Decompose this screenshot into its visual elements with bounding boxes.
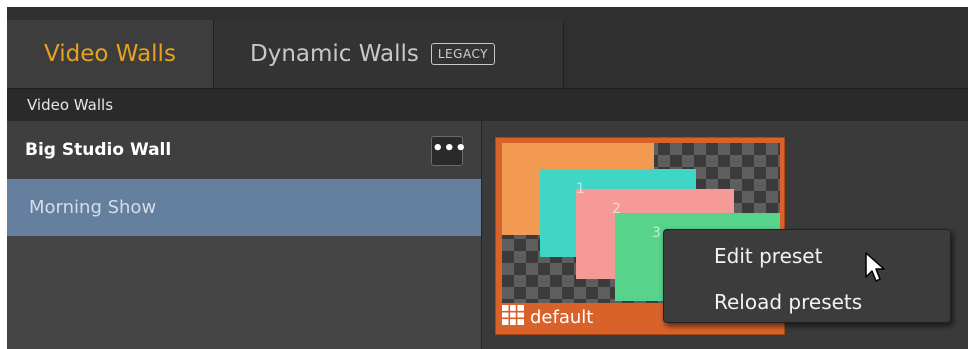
tab-bar: Video Walls Dynamic Walls LEGACY: [7, 20, 968, 89]
more-options-button[interactable]: •••: [431, 136, 467, 166]
edit-preset-menu-item[interactable]: Edit preset: [714, 244, 822, 268]
top-bar: [7, 7, 968, 20]
preset-footer: default: [502, 304, 593, 330]
preset-name: default: [530, 306, 594, 328]
tab-video-walls[interactable]: Video Walls: [7, 20, 214, 88]
list-item[interactable]: Morning Show: [7, 179, 481, 236]
reload-presets-menu-item[interactable]: Reload presets: [714, 290, 862, 314]
legacy-badge: LEGACY: [430, 43, 495, 65]
group-title: Big Studio Wall: [25, 140, 172, 160]
mouse-cursor-icon: [864, 251, 888, 289]
tab-label: Dynamic Walls: [250, 41, 419, 67]
tab-dynamic-walls[interactable]: Dynamic Walls LEGACY: [214, 20, 564, 88]
grid-icon: [502, 305, 524, 329]
section-label: Video Walls: [7, 89, 968, 121]
thumbnail-number: 1: [576, 181, 585, 197]
tab-label: Video Walls: [44, 41, 176, 67]
thumbnail-number: 3: [652, 225, 661, 241]
thumbnail-number: 2: [612, 201, 621, 217]
group-header[interactable]: Big Studio Wall •••: [7, 121, 481, 179]
sidebar: Big Studio Wall ••• Morning Show: [7, 121, 481, 349]
list-item-label: Morning Show: [29, 197, 157, 218]
context-menu: Edit preset Reload presets: [663, 229, 951, 323]
